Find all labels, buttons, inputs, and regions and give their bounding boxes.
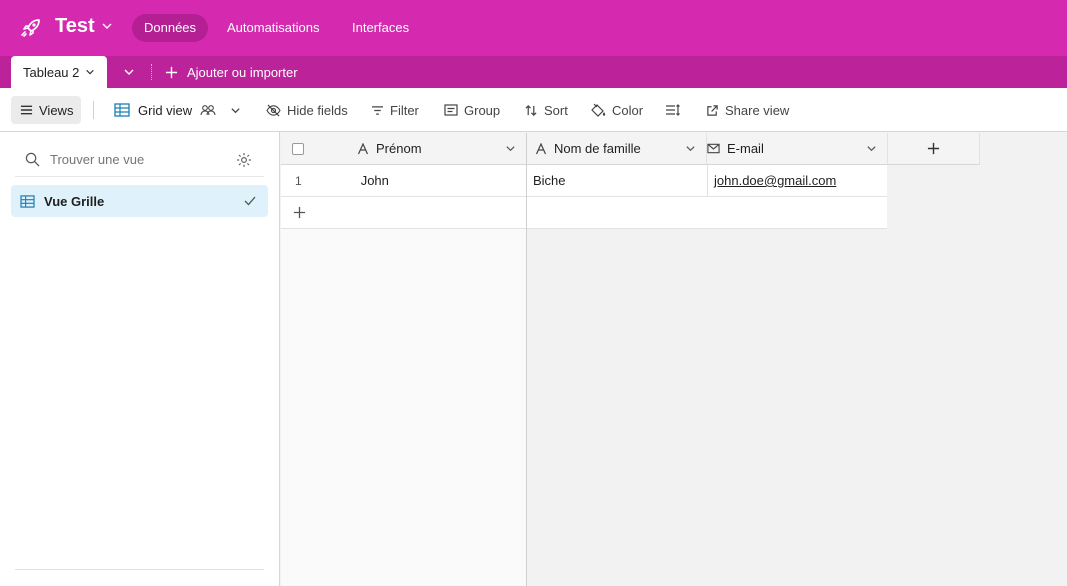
chevron-down-icon[interactable] <box>866 143 877 154</box>
tab-tableau-2[interactable]: Tableau 2 <box>11 56 107 88</box>
chevron-down-icon[interactable] <box>505 143 516 154</box>
add-import-label: Ajouter ou importer <box>187 64 298 80</box>
row-number: 1 <box>295 173 302 188</box>
color-label: Color <box>612 102 644 118</box>
table-tab-bar <box>0 56 1067 88</box>
nav-interfaces[interactable]: Interfaces <box>340 14 421 42</box>
view-search <box>15 143 264 177</box>
share-view-button[interactable]: Share view <box>706 96 789 124</box>
view-search-input[interactable] <box>48 151 232 168</box>
add-field-button[interactable] <box>887 133 980 165</box>
select-all-checkbox[interactable] <box>292 142 304 155</box>
hide-fields-label: Hide fields <box>287 102 348 118</box>
chevron-down-icon[interactable] <box>101 20 113 32</box>
add-row-button[interactable] <box>281 197 526 229</box>
share-view-label: Share view <box>725 102 790 118</box>
column-label: Nom de famille <box>554 141 641 156</box>
filter-icon <box>372 105 383 115</box>
filter-label: Filter <box>390 102 419 118</box>
view-item-vue-grille[interactable]: Vue Grille <box>11 185 268 217</box>
plus-icon <box>927 142 940 155</box>
chevron-down-icon[interactable] <box>685 143 696 154</box>
chevron-down-icon <box>231 107 240 113</box>
column-label: Prénom <box>376 141 422 156</box>
sort-button[interactable]: Sort <box>524 96 568 124</box>
nav-automatisations[interactable]: Automatisations <box>215 14 332 42</box>
filter-button[interactable]: Filter <box>371 96 419 124</box>
text-field-icon <box>535 142 547 154</box>
tab-divider <box>151 64 153 80</box>
views-label: Views <box>39 102 74 118</box>
group-icon <box>444 104 458 116</box>
sort-label: Sort <box>544 102 568 118</box>
column-label: E-mail <box>727 141 764 156</box>
chevron-down-icon <box>86 69 95 75</box>
paint-bucket-icon <box>591 103 606 117</box>
email-link[interactable]: john.doe@gmail.com <box>714 173 836 188</box>
chevron-down-icon[interactable] <box>123 66 135 78</box>
rocket-icon[interactable] <box>19 16 43 40</box>
color-button[interactable]: Color <box>590 96 643 124</box>
add-or-import-button[interactable]: Ajouter ou importer <box>165 56 298 88</box>
sort-icon <box>525 104 537 116</box>
check-icon <box>244 196 256 206</box>
sidebar-divider <box>15 569 264 570</box>
column-header-email[interactable]: E-mail <box>706 133 887 165</box>
add-row-area[interactable] <box>527 197 887 229</box>
plus-icon <box>165 66 178 78</box>
grid-view-label: Grid view <box>138 102 193 118</box>
email-field-icon <box>707 143 720 154</box>
plus-icon <box>293 206 306 219</box>
view-item-label: Vue Grille <box>44 193 105 209</box>
search-icon <box>25 152 40 167</box>
hamburger-icon <box>20 105 33 115</box>
base-name[interactable]: Test <box>55 15 95 38</box>
views-toggle-button[interactable]: Views <box>11 96 81 124</box>
collaborators-icon <box>200 105 216 116</box>
table-row[interactable]: 1 John <box>281 165 526 197</box>
column-header-nom-de-famille[interactable]: Nom de famille <box>526 133 706 165</box>
cell-prenom[interactable]: John <box>361 173 389 188</box>
nav-donnees[interactable]: Données <box>132 14 209 42</box>
row-height-icon <box>666 104 680 116</box>
eye-slash-icon <box>266 104 281 116</box>
text-field-icon <box>357 142 369 154</box>
hide-fields-button[interactable]: Hide fields <box>266 96 348 124</box>
column-header-prenom[interactable]: Prénom <box>281 133 526 165</box>
toolbar-divider <box>93 101 94 119</box>
grid-icon <box>20 194 35 208</box>
cell-value: Biche <box>533 173 566 188</box>
gear-icon[interactable] <box>236 152 252 168</box>
cell-email[interactable]: john.doe@gmail.com <box>707 165 887 197</box>
group-label: Group <box>464 102 501 118</box>
external-link-icon <box>707 104 718 116</box>
row-height-button[interactable] <box>665 96 687 124</box>
tab-label: Tableau 2 <box>23 64 80 80</box>
cell-nom-de-famille[interactable]: Biche <box>527 165 707 197</box>
grid-icon <box>114 103 130 117</box>
grid-view-switcher[interactable]: Grid view <box>114 96 247 124</box>
group-button[interactable]: Group <box>444 96 500 124</box>
